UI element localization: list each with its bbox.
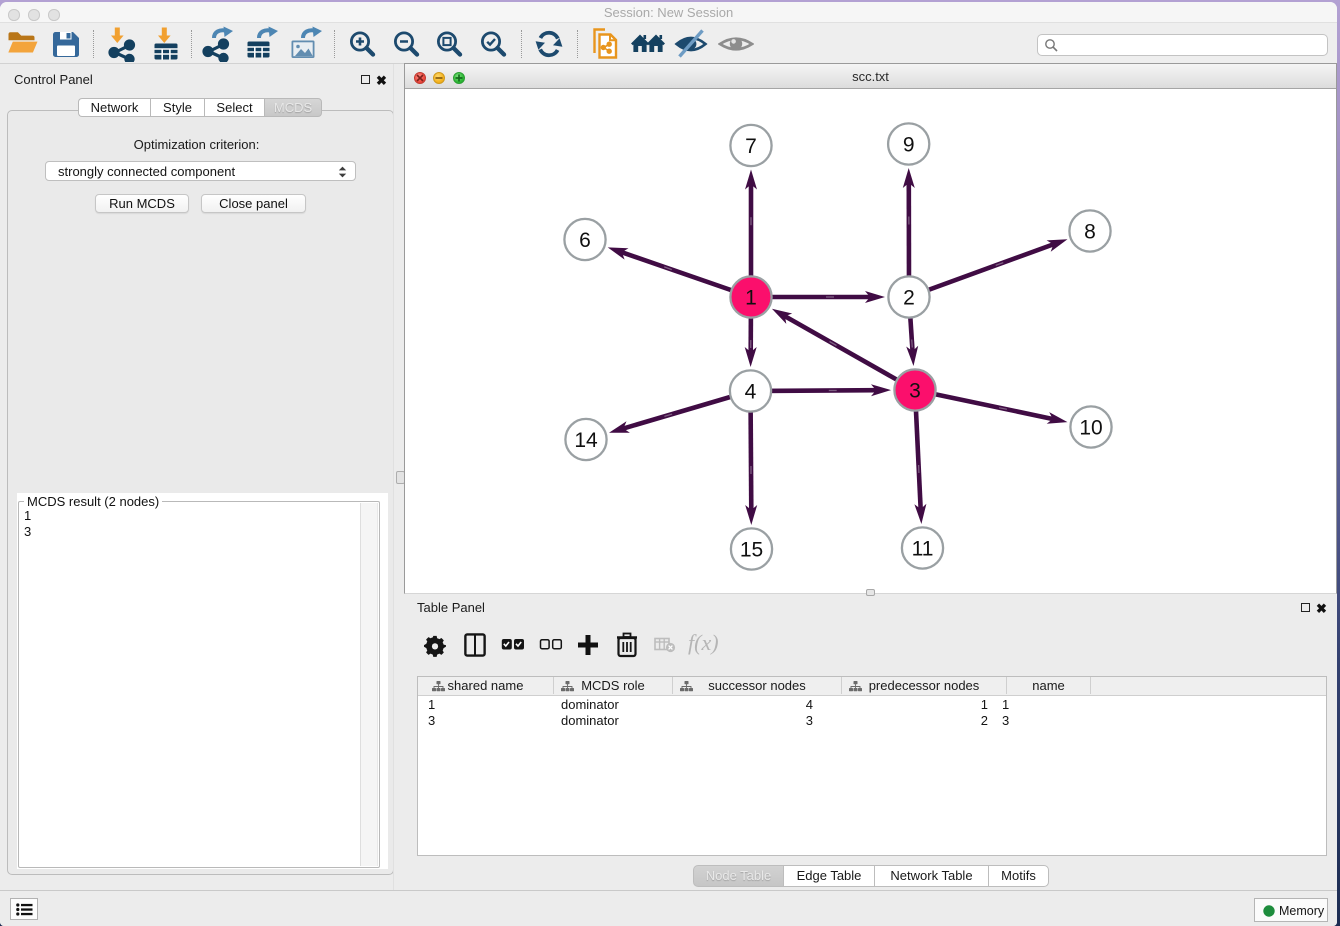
svg-text:4: 4 xyxy=(745,380,757,403)
svg-text:8: 8 xyxy=(1084,220,1096,243)
svg-text:14: 14 xyxy=(574,429,598,452)
svg-text:6: 6 xyxy=(579,229,591,252)
svg-text:7: 7 xyxy=(745,135,757,158)
svg-text:2: 2 xyxy=(903,286,915,309)
svg-text:10: 10 xyxy=(1079,416,1102,439)
svg-text:3: 3 xyxy=(909,379,921,402)
svg-text:9: 9 xyxy=(903,133,915,156)
svg-text:1: 1 xyxy=(745,286,757,309)
svg-text:11: 11 xyxy=(912,537,934,560)
svg-text:15: 15 xyxy=(740,538,763,561)
